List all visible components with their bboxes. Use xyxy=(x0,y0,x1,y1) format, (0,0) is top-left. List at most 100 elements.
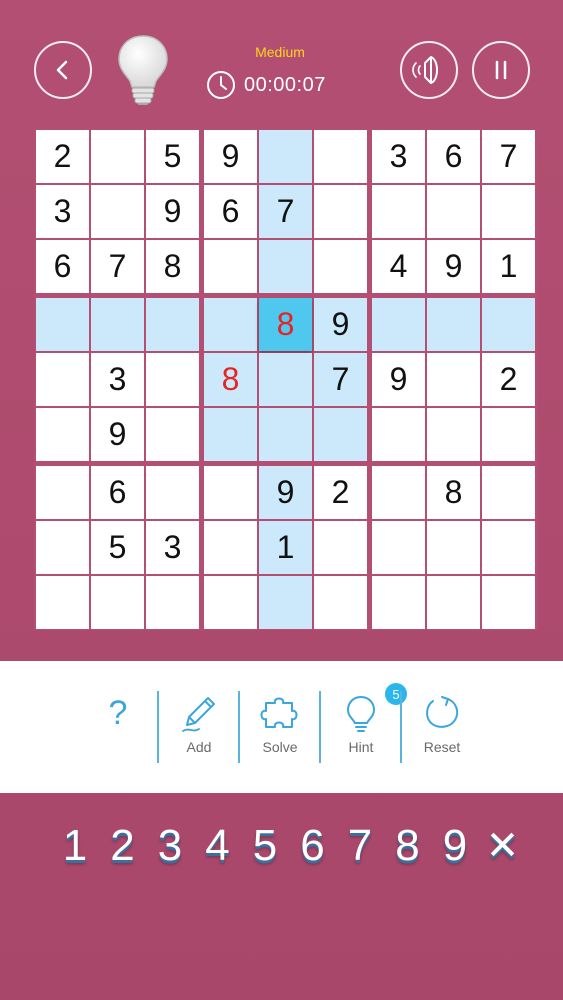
hint-button[interactable]: 5 Hint xyxy=(321,683,407,769)
sudoku-cell-r8c3[interactable]: 3 xyxy=(146,521,199,574)
sudoku-cell-r8c5[interactable]: 1 xyxy=(259,521,312,574)
sudoku-cell-r2c5[interactable]: 7 xyxy=(259,185,312,238)
sudoku-cell-r7c6[interactable]: 2 xyxy=(314,466,367,519)
sudoku-cell-r1c3[interactable]: 5 xyxy=(146,130,199,183)
number-key-4[interactable]: 4 xyxy=(195,818,241,878)
help-button[interactable]: ? xyxy=(78,689,158,769)
sudoku-cell-r1c7[interactable]: 3 xyxy=(372,130,425,183)
sudoku-cell-r6c9[interactable] xyxy=(482,408,535,461)
sudoku-cell-r2c2[interactable] xyxy=(91,185,144,238)
sudoku-cell-r9c2[interactable] xyxy=(91,576,144,629)
sudoku-cell-r5c9[interactable]: 2 xyxy=(482,353,535,406)
reset-button[interactable]: Reset xyxy=(402,689,482,769)
sudoku-cell-r3c4[interactable] xyxy=(204,240,257,293)
sudoku-cell-r8c4[interactable] xyxy=(204,521,257,574)
sudoku-cell-r4c3[interactable] xyxy=(146,298,199,351)
sudoku-cell-r4c9[interactable] xyxy=(482,298,535,351)
sudoku-cell-r4c2[interactable] xyxy=(91,298,144,351)
sudoku-cell-r8c9[interactable] xyxy=(482,521,535,574)
sudoku-cell-r6c6[interactable] xyxy=(314,408,367,461)
sudoku-cell-r7c1[interactable] xyxy=(36,466,89,519)
number-key-7[interactable]: 7 xyxy=(337,818,383,878)
sudoku-cell-r1c6[interactable] xyxy=(314,130,367,183)
number-key-6[interactable]: 6 xyxy=(290,818,336,878)
sudoku-cell-r1c4[interactable]: 9 xyxy=(204,130,257,183)
sudoku-cell-r1c9[interactable]: 7 xyxy=(482,130,535,183)
sudoku-cell-r2c3[interactable]: 9 xyxy=(146,185,199,238)
sudoku-cell-r2c1[interactable]: 3 xyxy=(36,185,89,238)
sudoku-cell-r4c5[interactable]: 8 xyxy=(259,298,312,351)
sudoku-cell-r5c7[interactable]: 9 xyxy=(372,353,425,406)
sudoku-cell-r5c6[interactable]: 7 xyxy=(314,353,367,406)
sudoku-cell-r8c1[interactable] xyxy=(36,521,89,574)
number-key-2[interactable]: 2 xyxy=(100,818,146,878)
number-key-1[interactable]: 1 xyxy=(52,818,98,878)
sudoku-cell-r3c1[interactable]: 6 xyxy=(36,240,89,293)
sudoku-cell-r1c2[interactable] xyxy=(91,130,144,183)
sudoku-cell-r7c2[interactable]: 6 xyxy=(91,466,144,519)
back-button[interactable] xyxy=(34,41,92,99)
sudoku-cell-r3c3[interactable]: 8 xyxy=(146,240,199,293)
sudoku-cell-r7c9[interactable] xyxy=(482,466,535,519)
sudoku-cell-r3c9[interactable]: 1 xyxy=(482,240,535,293)
sudoku-cell-r4c7[interactable] xyxy=(372,298,425,351)
sudoku-cell-r3c5[interactable] xyxy=(259,240,312,293)
sudoku-cell-r9c5[interactable] xyxy=(259,576,312,629)
clear-key[interactable]: ✕ xyxy=(480,818,526,878)
sudoku-cell-r1c5[interactable] xyxy=(259,130,312,183)
number-key-5[interactable]: 5 xyxy=(242,818,288,878)
sudoku-cell-r5c2[interactable]: 3 xyxy=(91,353,144,406)
sudoku-cell-r9c9[interactable] xyxy=(482,576,535,629)
sudoku-cell-r5c5[interactable] xyxy=(259,353,312,406)
sudoku-cell-r8c6[interactable] xyxy=(314,521,367,574)
sudoku-cell-r8c7[interactable] xyxy=(372,521,425,574)
sudoku-cell-r4c8[interactable] xyxy=(427,298,480,351)
sudoku-cell-r6c8[interactable] xyxy=(427,408,480,461)
sound-button[interactable] xyxy=(400,41,458,99)
sudoku-cell-r6c3[interactable] xyxy=(146,408,199,461)
sudoku-cell-r2c8[interactable] xyxy=(427,185,480,238)
sudoku-cell-r6c1[interactable] xyxy=(36,408,89,461)
sudoku-cell-r5c4[interactable]: 8 xyxy=(204,353,257,406)
number-key-3[interactable]: 3 xyxy=(147,818,193,878)
sudoku-cell-r8c8[interactable] xyxy=(427,521,480,574)
sudoku-cell-r4c1[interactable] xyxy=(36,298,89,351)
add-button[interactable]: Add xyxy=(159,689,239,769)
sudoku-cell-r3c7[interactable]: 4 xyxy=(372,240,425,293)
sudoku-cell-r2c6[interactable] xyxy=(314,185,367,238)
sudoku-cell-r9c8[interactable] xyxy=(427,576,480,629)
sudoku-cell-r5c3[interactable] xyxy=(146,353,199,406)
sudoku-cell-r5c1[interactable] xyxy=(36,353,89,406)
sudoku-cell-r9c6[interactable] xyxy=(314,576,367,629)
sudoku-cell-r8c2[interactable]: 5 xyxy=(91,521,144,574)
pause-button[interactable] xyxy=(472,41,530,99)
solve-button[interactable]: Solve xyxy=(240,689,320,769)
sudoku-cell-r6c5[interactable] xyxy=(259,408,312,461)
sudoku-cell-r3c8[interactable]: 9 xyxy=(427,240,480,293)
number-key-8[interactable]: 8 xyxy=(385,818,431,878)
number-key-9[interactable]: 9 xyxy=(432,818,478,878)
lightbulb-icon[interactable] xyxy=(116,34,170,106)
sudoku-cell-r7c7[interactable] xyxy=(372,466,425,519)
sudoku-cell-r7c3[interactable] xyxy=(146,466,199,519)
sudoku-cell-r6c4[interactable] xyxy=(204,408,257,461)
sudoku-cell-r9c7[interactable] xyxy=(372,576,425,629)
sudoku-cell-r4c4[interactable] xyxy=(204,298,257,351)
sudoku-cell-r4c6[interactable]: 9 xyxy=(314,298,367,351)
sudoku-cell-r2c4[interactable]: 6 xyxy=(204,185,257,238)
sudoku-cell-r5c8[interactable] xyxy=(427,353,480,406)
sudoku-cell-r7c8[interactable]: 8 xyxy=(427,466,480,519)
sudoku-cell-r2c7[interactable] xyxy=(372,185,425,238)
sudoku-cell-r6c2[interactable]: 9 xyxy=(91,408,144,461)
sudoku-cell-r3c6[interactable] xyxy=(314,240,367,293)
sudoku-cell-r3c2[interactable]: 7 xyxy=(91,240,144,293)
sudoku-cell-r6c7[interactable] xyxy=(372,408,425,461)
sudoku-cell-r9c3[interactable] xyxy=(146,576,199,629)
sudoku-cell-r1c8[interactable]: 6 xyxy=(427,130,480,183)
sudoku-cell-r7c5[interactable]: 9 xyxy=(259,466,312,519)
sudoku-cell-r1c1[interactable]: 2 xyxy=(36,130,89,183)
sudoku-cell-r7c4[interactable] xyxy=(204,466,257,519)
sudoku-cell-r9c1[interactable] xyxy=(36,576,89,629)
sudoku-cell-r9c4[interactable] xyxy=(204,576,257,629)
sudoku-cell-r2c9[interactable] xyxy=(482,185,535,238)
